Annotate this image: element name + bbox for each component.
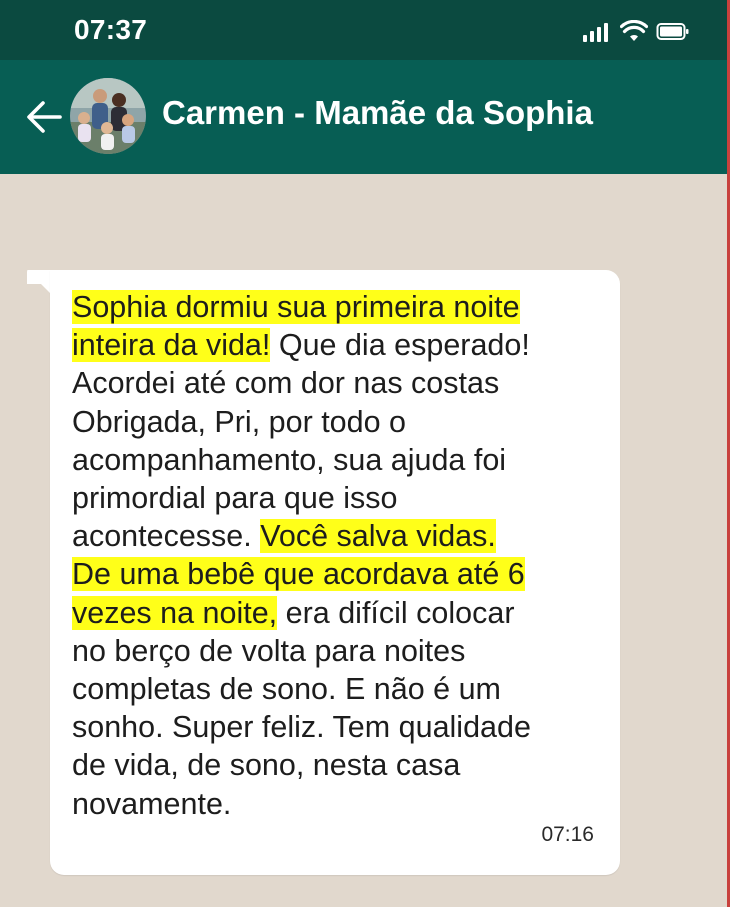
message-segment: vezes na noite, xyxy=(72,595,278,630)
message-text: Sophia dormiu sua primeira noite inteira… xyxy=(72,288,612,823)
battery-icon xyxy=(656,22,690,47)
contact-name[interactable]: Carmen - Mamãe da Sophia xyxy=(162,94,593,132)
message-segment: Acordei até com dor nas costas xyxy=(72,366,500,401)
message-segment: completas de sono. E não é um xyxy=(72,672,501,707)
signal-icon xyxy=(582,22,612,47)
message-bubble[interactable]: Sophia dormiu sua primeira noite inteira… xyxy=(50,270,620,875)
message-segment: sonho. Super feliz. Tem qualidade xyxy=(72,710,531,745)
back-button[interactable] xyxy=(24,97,64,137)
message-segment: acompanhamento, sua ajuda foi xyxy=(72,442,507,477)
message-segment: De uma bebê que acordava até 6 xyxy=(72,557,525,592)
family-photo-icon xyxy=(70,78,146,154)
message-segment: primordial para que isso xyxy=(72,481,398,516)
wifi-icon xyxy=(619,19,649,47)
chat-header: Carmen - Mamãe da Sophia xyxy=(0,60,730,174)
message-segment: novamente. xyxy=(72,786,232,821)
message-segment: Sophia dormiu sua primeira noite xyxy=(72,290,520,324)
message-segment: Obrigada, Pri, por todo o xyxy=(72,404,406,439)
status-time: 07:37 xyxy=(74,14,148,45)
status-icons xyxy=(582,19,690,47)
message-segment: Que dia esperado! xyxy=(270,328,530,363)
chat-screen: 07:37 Carmen - Mamãe da Sophia Sophia do… xyxy=(0,0,730,907)
message-segment: de vida, de sono, nesta casa xyxy=(72,748,461,783)
message-segment: era difícil colocar xyxy=(277,595,515,630)
avatar[interactable] xyxy=(70,78,146,154)
message-segment: acontecesse. xyxy=(72,519,261,554)
message-segment: Você salva vidas. xyxy=(260,519,496,554)
message-timestamp: 07:16 xyxy=(541,823,594,846)
status-bar: 07:37 xyxy=(0,0,730,60)
message-segment: inteira da vida! xyxy=(72,328,271,363)
message-segment: no berço de volta para noites xyxy=(72,633,466,668)
arrow-left-icon xyxy=(27,101,62,133)
